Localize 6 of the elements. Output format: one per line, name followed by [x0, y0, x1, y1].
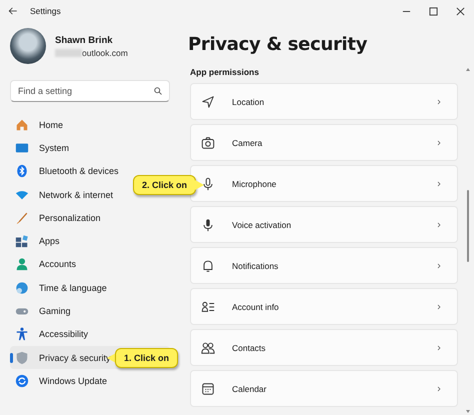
page-title: Privacy & security [188, 34, 368, 55]
window-title: Settings [30, 6, 61, 16]
user-email: outlook.com [82, 48, 128, 58]
section-heading: App permissions [190, 67, 260, 77]
callout-tooltip: 2. Click on [133, 175, 204, 198]
user-name: Shawn Brink [55, 34, 114, 46]
